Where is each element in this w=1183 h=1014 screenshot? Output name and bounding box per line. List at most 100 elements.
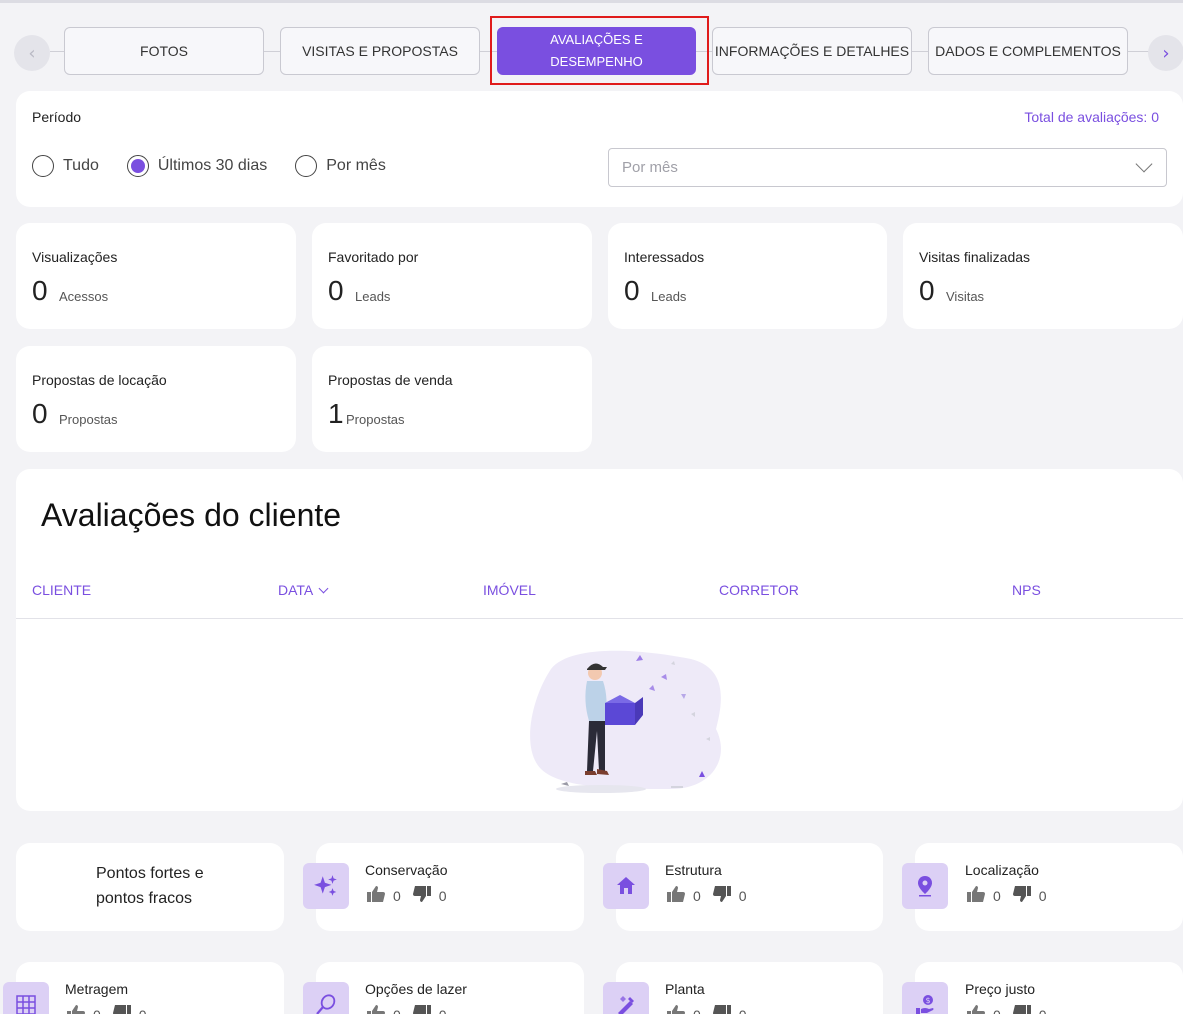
tab-fotos[interactable]: FOTOS xyxy=(64,27,264,75)
stat-unit: Leads xyxy=(651,289,687,304)
radio-label: Últimos 30 dias xyxy=(157,157,268,174)
racket-icon xyxy=(303,982,349,1014)
reviews-title: Avaliações do cliente xyxy=(41,497,342,533)
category-votes: 0 0 xyxy=(667,1005,759,1014)
category-votes: 0 0 xyxy=(667,886,759,905)
category-name: Planta xyxy=(665,981,705,997)
stat-card-visualizacoes: Visualizações 0 Acessos xyxy=(16,223,296,329)
thumbs-up-icon[interactable] xyxy=(367,886,385,905)
col-header-corretor[interactable]: CORRETOR xyxy=(719,582,799,598)
period-card: Período Total de avaliações: 0 Tudo Últi… xyxy=(16,91,1183,207)
radio-por-mes[interactable]: Por mês xyxy=(295,155,386,177)
thumbs-up-icon[interactable] xyxy=(367,1005,385,1014)
stat-unit: Propostas xyxy=(346,412,405,427)
thumbs-down-count: 0 xyxy=(439,1007,447,1014)
chevron-right-icon: › xyxy=(1162,42,1170,64)
tab-label: VISITAS E PROPOSTAS xyxy=(302,43,458,59)
points-intro-text: Pontos fortes e pontos fracos xyxy=(96,865,204,907)
radio-label: Por mês xyxy=(326,157,386,174)
thumbs-down-icon[interactable] xyxy=(412,1005,431,1014)
col-header-nps[interactable]: NPS xyxy=(1012,582,1041,598)
thumbs-up-count: 0 xyxy=(93,1007,101,1014)
thumbs-up-icon[interactable] xyxy=(67,1005,85,1014)
category-name: Metragem xyxy=(65,981,129,997)
price-icon: $ xyxy=(902,982,948,1014)
month-select[interactable]: Por mês xyxy=(608,148,1167,187)
period-radio-group: Tudo Últimos 30 dias Por mês xyxy=(32,155,414,177)
period-title: Período xyxy=(32,109,82,125)
thumbs-down-icon[interactable] xyxy=(1012,886,1031,905)
radio-circle[interactable] xyxy=(32,155,54,177)
thumbs-up-icon[interactable] xyxy=(667,1005,685,1014)
tab-dados-complementos[interactable]: DADOS E COMPLEMENTOS xyxy=(928,27,1128,75)
stat-label: Propostas de venda xyxy=(328,372,453,388)
thumbs-up-icon[interactable] xyxy=(967,1005,985,1014)
thumbs-down-icon[interactable] xyxy=(112,1005,131,1014)
category-name: Opções de lazer xyxy=(365,981,467,997)
col-header-data[interactable]: DATA xyxy=(278,582,329,598)
stat-card-interessados: Interessados 0 Leads xyxy=(608,223,887,329)
chevron-down-icon xyxy=(1135,155,1153,173)
thumbs-up-count: 0 xyxy=(693,1007,701,1014)
category-votes: 0 0 xyxy=(967,886,1059,905)
chevron-left-icon: ‹ xyxy=(28,42,36,64)
thumbs-down-count: 0 xyxy=(438,887,447,904)
home-icon xyxy=(603,863,649,909)
thumbs-down-icon[interactable] xyxy=(412,886,431,905)
chevron-down-icon xyxy=(318,583,329,594)
location-pin-icon xyxy=(902,863,948,909)
stat-value: 0 xyxy=(624,275,640,306)
tabs-next-button[interactable]: › xyxy=(1148,35,1183,71)
tab-informacoes-detalhes[interactable]: INFORMAÇÕES E DETALHES xyxy=(712,27,912,75)
thumbs-down-count: 0 xyxy=(139,1007,147,1014)
col-header-cliente[interactable]: CLIENTE xyxy=(32,582,91,598)
stat-unit: Leads xyxy=(355,289,391,304)
radio-circle[interactable] xyxy=(295,155,318,177)
stat-card-propostas-venda: Propostas de venda 1 Propostas xyxy=(312,346,592,452)
category-name: Localização xyxy=(965,862,1039,878)
thumbs-down-count: 0 xyxy=(1039,1007,1047,1014)
thumbs-down-icon[interactable] xyxy=(712,1005,731,1014)
stat-card-propostas-locacao: Propostas de locação 0 Propostas xyxy=(16,346,296,452)
thumbs-down-count: 0 xyxy=(738,887,747,904)
radio-circle-checked[interactable] xyxy=(126,155,149,177)
tab-visitas-propostas[interactable]: VISITAS E PROPOSTAS xyxy=(280,27,480,75)
thumbs-up-count: 0 xyxy=(993,1007,1001,1014)
points-intro-card: Pontos fortes e pontos fracos xyxy=(16,843,284,931)
col-header-imovel[interactable]: IMÓVEL xyxy=(483,582,536,598)
top-divider xyxy=(0,0,1183,3)
stat-card-visitas-finalizadas: Visitas finalizadas 0 Visitas xyxy=(903,223,1183,329)
tabs-prev-button[interactable]: ‹ xyxy=(14,35,50,71)
thumbs-down-count: 0 xyxy=(1038,887,1047,904)
tab-bar: ‹ FOTOS VISITAS E PROPOSTAS AVALIAÇÕES E… xyxy=(0,14,1183,90)
stat-label: Favoritado por xyxy=(328,249,419,265)
tab-label: FOTOS xyxy=(140,43,188,59)
category-votes: 0 0 xyxy=(967,1005,1059,1014)
radio-tudo[interactable]: Tudo xyxy=(32,155,99,177)
stat-label: Interessados xyxy=(624,249,705,265)
thumbs-down-icon[interactable] xyxy=(712,886,731,905)
stat-unit: Visitas xyxy=(946,289,985,304)
thumbs-down-icon[interactable] xyxy=(1012,1005,1031,1014)
empty-box-illustration xyxy=(530,650,721,793)
stat-value: 0 xyxy=(32,275,48,306)
stat-label: Visitas finalizadas xyxy=(919,249,1031,265)
tab-label: INFORMAÇÕES E DETALHES xyxy=(714,43,910,59)
sparkle-icon xyxy=(303,863,349,909)
total-reviews: Total de avaliações: 0 xyxy=(1024,109,1159,125)
thumbs-up-count: 0 xyxy=(693,887,701,904)
thumbs-up-icon[interactable] xyxy=(667,886,685,905)
stat-card-favoritado: Favoritado por 0 Leads xyxy=(312,223,592,329)
thumbs-up-icon[interactable] xyxy=(967,886,985,905)
ruler-pencil-icon xyxy=(603,982,649,1014)
category-votes: 0 0 xyxy=(67,1005,159,1014)
radio-ultimos-30-dias[interactable]: Últimos 30 dias xyxy=(126,155,268,177)
month-select-placeholder: Por mês xyxy=(622,159,678,176)
category-votes: 0 0 xyxy=(367,886,459,905)
thumbs-up-count: 0 xyxy=(393,1007,401,1014)
thumbs-up-count: 0 xyxy=(393,887,401,904)
stat-value: 1 xyxy=(328,398,344,429)
stat-value: 0 xyxy=(919,275,935,306)
thumbs-down-count: 0 xyxy=(739,1007,747,1014)
thumbs-up-count: 0 xyxy=(993,887,1001,904)
